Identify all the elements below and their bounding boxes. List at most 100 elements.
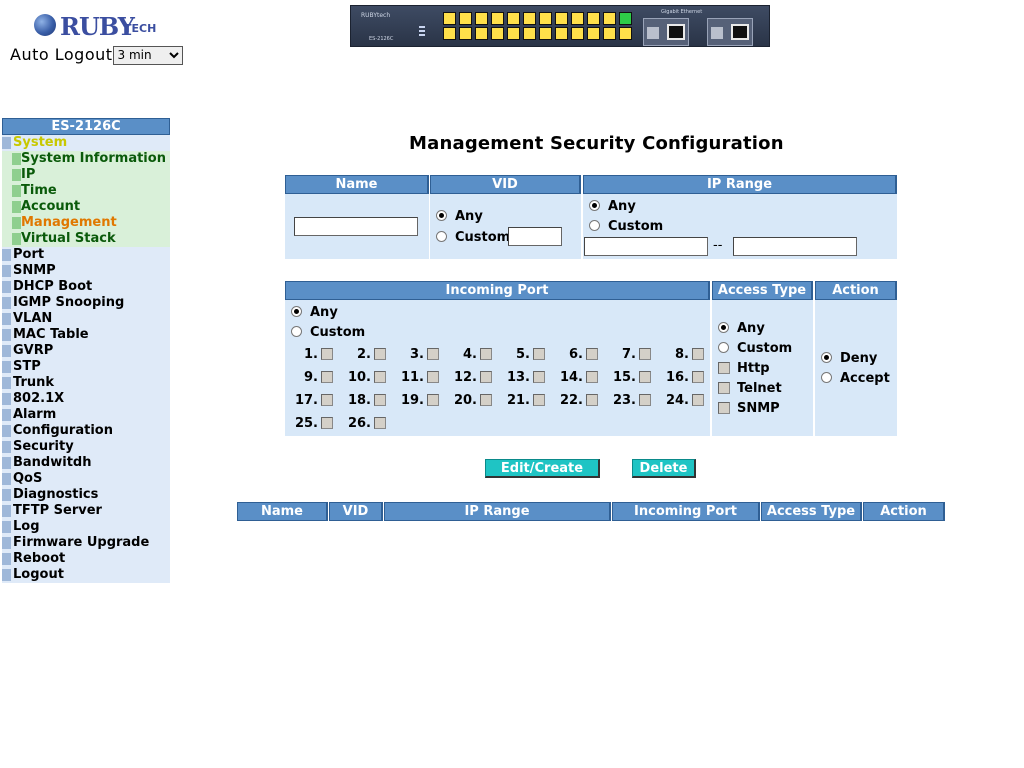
port-checkbox[interactable]	[321, 371, 333, 383]
action-accept-radio[interactable]	[821, 372, 832, 383]
ip-any-radio[interactable]	[589, 200, 600, 211]
access-http-checkbox[interactable]	[718, 362, 730, 374]
menu-bullet-icon	[12, 169, 21, 181]
port-any-radio[interactable]	[291, 306, 302, 317]
port-label: 13.	[506, 370, 530, 385]
sidebar-item[interactable]: System Information	[2, 151, 170, 167]
port-custom-label: Custom	[310, 325, 366, 340]
switch-front-panel-image: RUBYtech ES-2126C Gigabit Ethernet	[350, 5, 770, 47]
port-label: 7.	[622, 347, 636, 362]
sidebar-item[interactable]: Account	[2, 199, 170, 215]
sidebar-item[interactable]: GVRP	[2, 343, 170, 359]
device-port	[539, 12, 552, 25]
sidebar-item[interactable]: IGMP Snooping	[2, 295, 170, 311]
sidebar-item[interactable]: Diagnostics	[2, 487, 170, 503]
list-header-access-type: Access Type	[761, 502, 862, 521]
sidebar-item-label: GVRP	[13, 343, 54, 358]
device-model: ES-2126C	[369, 36, 394, 42]
port-checkbox[interactable]	[586, 394, 598, 406]
port-checkbox[interactable]	[639, 348, 651, 360]
port-checkbox[interactable]	[480, 394, 492, 406]
port-label: 1.	[304, 347, 318, 362]
port-checkbox[interactable]	[321, 348, 333, 360]
port-checkbox[interactable]	[374, 348, 386, 360]
sidebar-item[interactable]: STP	[2, 359, 170, 375]
sidebar-item[interactable]: SNMP	[2, 263, 170, 279]
sidebar-item[interactable]: Virtual Stack	[2, 231, 170, 247]
port-checkbox[interactable]	[692, 394, 704, 406]
port-checkbox[interactable]	[480, 348, 492, 360]
vid-custom-radio[interactable]	[436, 231, 447, 242]
menu-bullet-icon	[2, 393, 11, 405]
action-accept-label: Accept	[840, 371, 890, 386]
port-checkbox[interactable]	[427, 371, 439, 383]
sidebar-item[interactable]: Trunk	[2, 375, 170, 391]
sidebar-item[interactable]: Log	[2, 519, 170, 535]
port-checkbox[interactable]	[427, 394, 439, 406]
ip-to-input[interactable]	[733, 237, 857, 256]
edit-create-button[interactable]: Edit/Create	[485, 459, 600, 478]
port-checkbox[interactable]	[639, 371, 651, 383]
port-checkbox[interactable]	[586, 371, 598, 383]
port-checkbox[interactable]	[374, 394, 386, 406]
port-checkbox[interactable]	[639, 394, 651, 406]
sidebar-item[interactable]: Reboot	[2, 551, 170, 567]
globe-icon	[34, 14, 56, 36]
delete-button[interactable]: Delete	[632, 459, 696, 478]
menu-bullet-icon	[2, 329, 11, 341]
ip-custom-radio[interactable]	[589, 220, 600, 231]
sidebar-item[interactable]: TFTP Server	[2, 503, 170, 519]
name-input[interactable]	[294, 217, 418, 236]
port-custom-radio[interactable]	[291, 326, 302, 337]
sidebar-item-label: Diagnostics	[13, 487, 99, 502]
sidebar-item[interactable]: Alarm	[2, 407, 170, 423]
sidebar-item[interactable]: Time	[2, 183, 170, 199]
port-checkbox[interactable]	[480, 371, 492, 383]
port-checkbox[interactable]	[533, 348, 545, 360]
ip-from-input[interactable]	[584, 237, 708, 256]
sidebar-item[interactable]: Port	[2, 247, 170, 263]
access-custom-radio[interactable]	[718, 342, 729, 353]
port-checkbox[interactable]	[692, 371, 704, 383]
menu-bullet-icon	[2, 409, 11, 421]
sidebar-item[interactable]: Configuration	[2, 423, 170, 439]
port-checkbox[interactable]	[586, 348, 598, 360]
sidebar-item[interactable]: VLAN	[2, 311, 170, 327]
sidebar-item[interactable]: DHCP Boot	[2, 279, 170, 295]
sidebar-item[interactable]: System	[2, 135, 170, 151]
port-checkbox[interactable]	[321, 394, 333, 406]
sidebar-item[interactable]: Firmware Upgrade	[2, 535, 170, 551]
sidebar-item[interactable]: IP	[2, 167, 170, 183]
sidebar-item[interactable]: Management Security	[2, 215, 170, 246]
led-indicators	[419, 26, 431, 38]
sidebar-item[interactable]: Security	[2, 439, 170, 455]
auto-logout-select[interactable]: 3 min	[112, 45, 183, 65]
port-checkbox[interactable]	[374, 417, 386, 429]
sidebar-item[interactable]: Bandwitdh	[2, 455, 170, 471]
menu-bullet-icon	[2, 425, 11, 437]
device-port	[571, 27, 584, 40]
port-checkbox[interactable]	[692, 348, 704, 360]
device-port	[475, 12, 488, 25]
port-checkbox[interactable]	[374, 371, 386, 383]
port-checkbox[interactable]	[427, 348, 439, 360]
sidebar-item[interactable]: 802.1X	[2, 391, 170, 407]
vid-custom-label: Custom	[455, 230, 511, 245]
device-port	[587, 27, 600, 40]
port-checkbox[interactable]	[321, 417, 333, 429]
vid-any-radio[interactable]	[436, 210, 447, 221]
sidebar-item[interactable]: Logout	[2, 567, 170, 583]
access-any-radio[interactable]	[718, 322, 729, 333]
sidebar-item-label: Firmware Upgrade	[13, 535, 150, 550]
port-checkbox[interactable]	[533, 394, 545, 406]
action-deny-radio[interactable]	[821, 352, 832, 363]
sidebar-item[interactable]: MAC Table	[2, 327, 170, 343]
port-checkbox[interactable]	[533, 371, 545, 383]
access-telnet-checkbox[interactable]	[718, 382, 730, 394]
port-label: 6.	[569, 347, 583, 362]
page-title: Management Security Configuration	[409, 133, 784, 154]
vid-custom-input[interactable]	[508, 227, 562, 246]
access-snmp-checkbox[interactable]	[718, 402, 730, 414]
sidebar-item[interactable]: QoS	[2, 471, 170, 487]
menu-bullet-icon	[2, 377, 11, 389]
